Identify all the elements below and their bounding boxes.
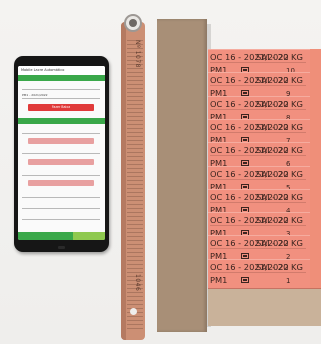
action-pink-button-3[interactable] (28, 180, 94, 186)
tag-separator (210, 201, 306, 203)
app-title: Mobile Lacre Automático (18, 66, 105, 75)
tag-separator (210, 155, 306, 157)
app-header-bar (18, 75, 105, 81)
tag-weight-text: SAI - 20 KG (256, 238, 303, 249)
tag-weight-text: SAI - 20 KG (256, 145, 303, 156)
tag-box-icon (241, 276, 249, 283)
tag-number: 1 (286, 276, 291, 285)
section-header-bar (18, 118, 105, 124)
tag-weight-text: SAI - 20 KG (256, 121, 303, 132)
bottom-right-button[interactable] (73, 232, 105, 240)
tag-side-edge (310, 258, 321, 289)
tag-separator (210, 131, 306, 133)
phone-home-button (58, 246, 65, 249)
field-value-1[interactable]: PM1 - 2021/2022 (22, 93, 100, 99)
seal-strap: Nº 1078 1046 (117, 12, 149, 340)
tag-separator (210, 271, 306, 273)
tag-weight-text: SAI - 20 KG (256, 98, 303, 109)
field-line-5[interactable] (22, 192, 100, 198)
tag-separator (210, 225, 306, 227)
field-line-6[interactable] (22, 203, 100, 209)
confirm-red-button[interactable]: Fazer Baixa (28, 104, 94, 111)
tag-separator (210, 248, 306, 250)
field-line-4[interactable] (22, 170, 100, 176)
phone-screen: Mobile Lacre Automático PM1 - 2021/2022 … (18, 66, 105, 240)
cardboard-backing (157, 19, 207, 332)
seal-tag: OC 16 - 2021/2022 PM1 1 SAI - 20 KG (208, 258, 310, 289)
strap-text-bottom: 1046 (134, 274, 141, 292)
strap-end-hole (130, 308, 137, 315)
tag-weight-text: SAI - 20 KG (256, 75, 303, 86)
strap-text-top: Nº 1078 (134, 40, 141, 68)
tag-weight-text: SAI - 20 KG (256, 215, 303, 226)
strap-edge (121, 22, 126, 340)
tag-weight-text: SAI - 20 KG (256, 261, 303, 272)
field-line-3[interactable] (22, 148, 100, 154)
photo-scene: Mobile Lacre Automático PM1 - 2021/2022 … (0, 0, 321, 344)
tag-separator (210, 62, 306, 63)
grommet-hole (129, 19, 137, 27)
field-line-7[interactable] (22, 214, 100, 220)
tag-separator (210, 85, 306, 87)
tag-separator (210, 108, 306, 110)
action-pink-button-1[interactable] (28, 138, 94, 144)
tag-code-text: PM1 (210, 274, 228, 285)
action-pink-button-2[interactable] (28, 159, 94, 165)
field-line-2[interactable] (22, 128, 100, 134)
smartphone: Mobile Lacre Automático PM1 - 2021/2022 … (14, 56, 109, 252)
tag-weight-text: SAI - 20 KG (256, 191, 303, 202)
tag-separator (210, 178, 306, 180)
field-label-1 (22, 84, 100, 90)
tag-weight-text: SAI - 20 KG (256, 52, 303, 62)
tag-weight-text: SAI - 20 KG (256, 168, 303, 179)
